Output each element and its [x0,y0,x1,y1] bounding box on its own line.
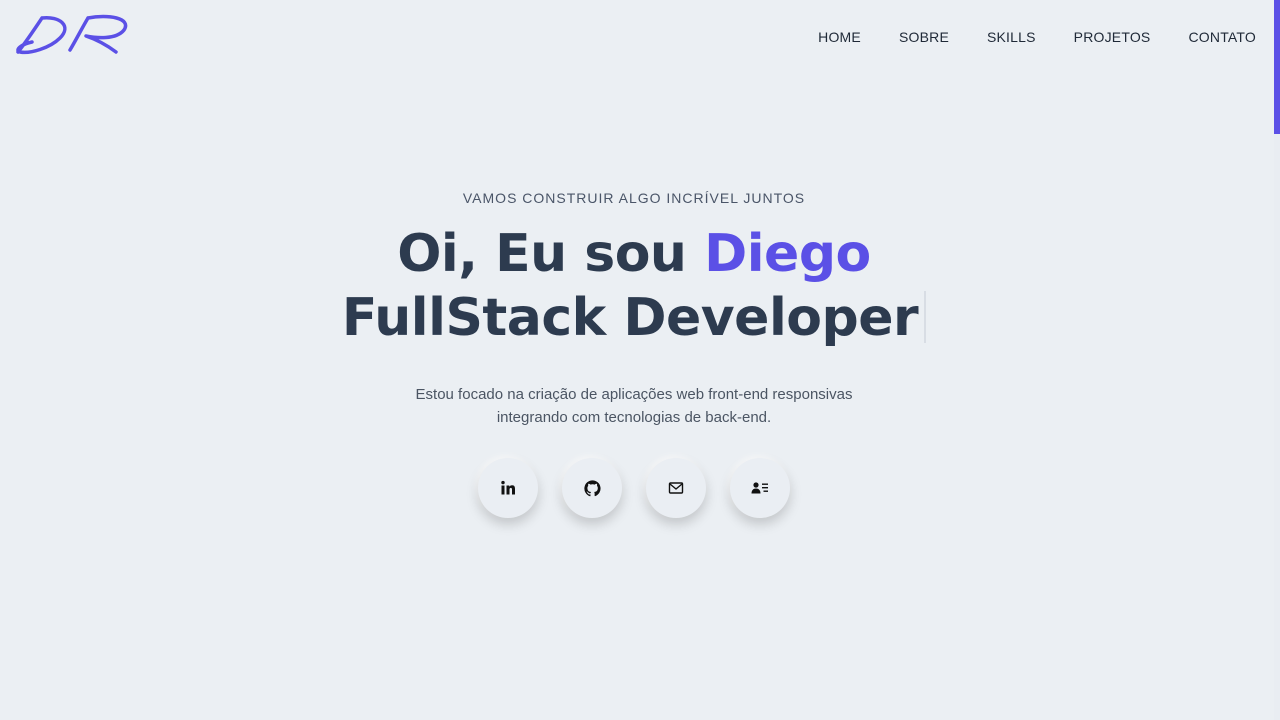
hero-headline: Oi, Eu sou Diego FullStack Developer [0,222,1268,350]
page: HOME SOBRE SKILLS PROJETOS CONTATO VAMOS… [0,0,1280,720]
nav-item-sobre[interactable]: SOBRE [899,29,949,45]
contact-card-icon [751,482,768,494]
scrollbar-thumb[interactable] [1274,0,1280,134]
hero-description: Estou focado na criação de aplicações we… [0,383,1268,429]
linkedin-icon [501,480,515,495]
email-button[interactable] [646,458,706,518]
description-line-1: Estou focado na criação de aplicações we… [415,386,853,403]
github-icon [583,479,601,496]
linkedin-button[interactable] [478,458,538,518]
mail-icon [668,482,684,494]
nav-item-contato[interactable]: CONTATO [1188,29,1256,45]
hero-name: Diego [704,224,871,284]
main-nav: HOME SOBRE SKILLS PROJETOS CONTATO [780,29,1256,45]
contact-card-button[interactable] [730,458,790,518]
nav-item-skills[interactable]: SKILLS [987,29,1036,45]
typing-cursor [924,291,927,343]
nav-item-projetos[interactable]: PROJETOS [1074,29,1151,45]
nav-item-home[interactable]: HOME [818,29,861,45]
social-links [0,458,1268,518]
hero-eyebrow: VAMOS CONSTRUIR ALGO INCRÍVEL JUNTOS [462,190,806,206]
greeting-prefix: Oi, Eu sou [397,224,705,284]
description-line-2: integrando com tecnologias de back-end. [496,409,772,426]
github-button[interactable] [562,458,622,518]
logo-signature[interactable] [12,12,134,58]
hero-role: FullStack Developer [341,288,919,348]
scrollbar-track[interactable] [1274,0,1280,720]
